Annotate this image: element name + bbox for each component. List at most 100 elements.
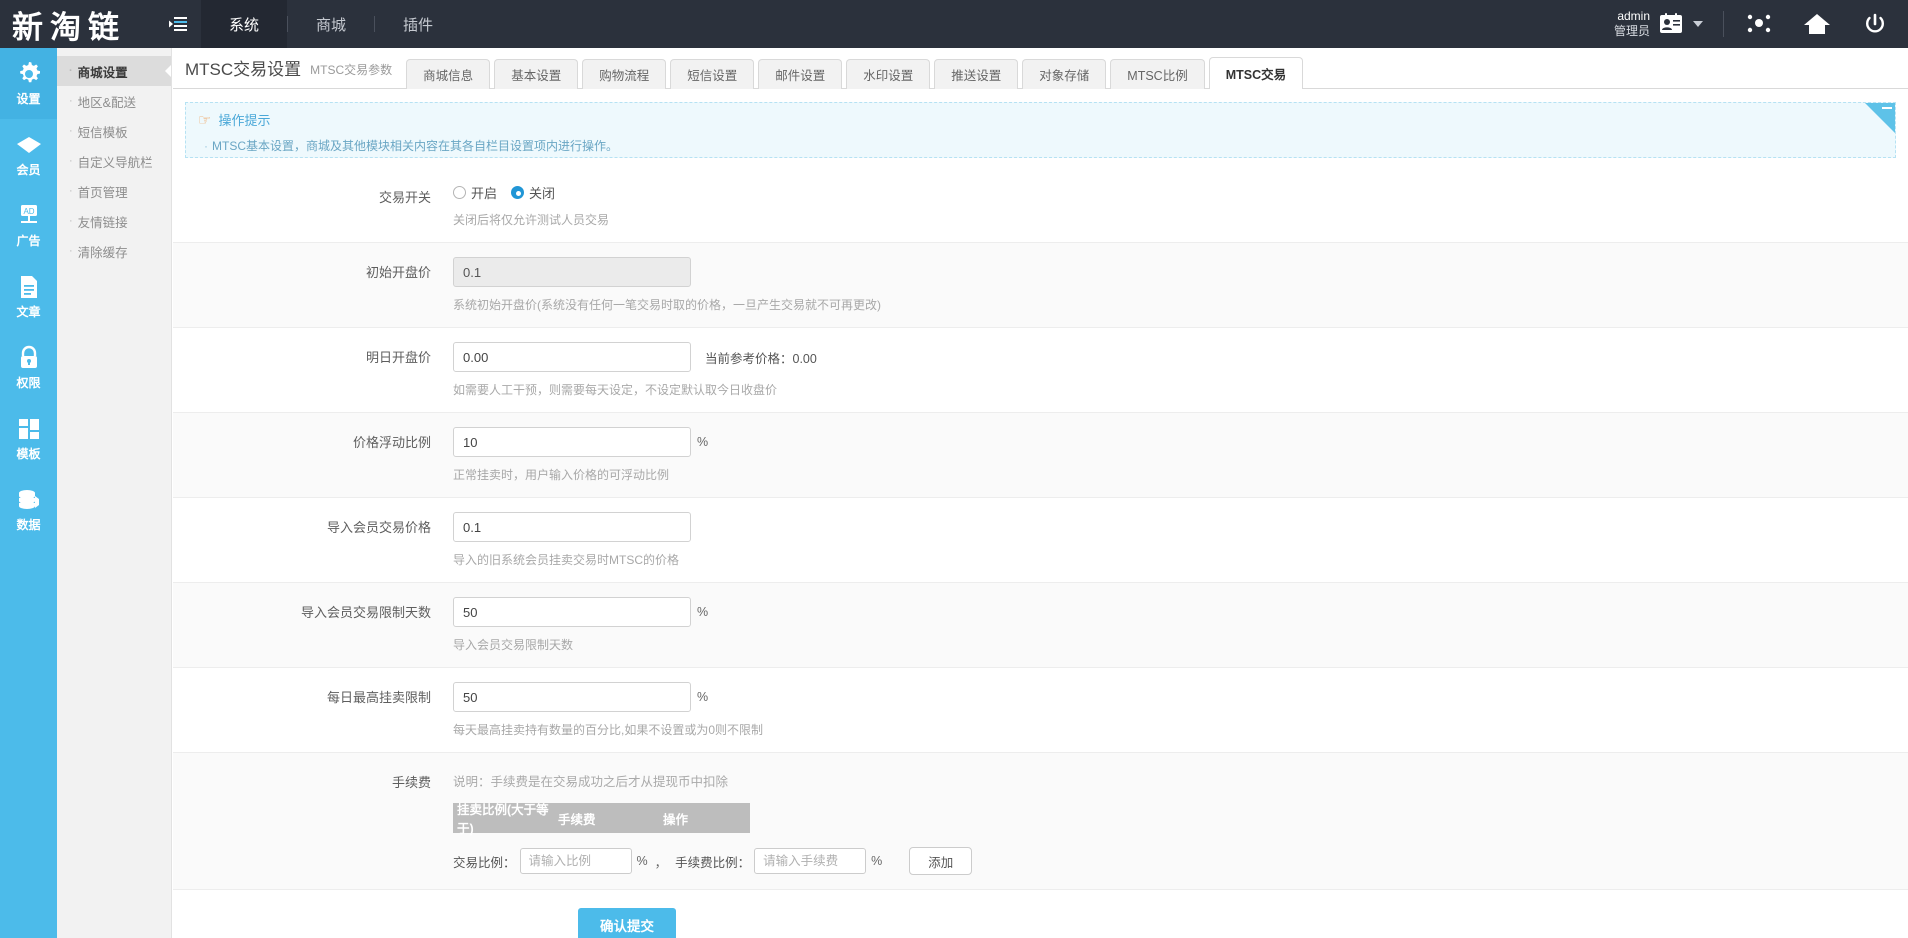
import-price-input[interactable] [453,512,691,542]
user-menu[interactable]: admin 管理员 [1614,9,1717,39]
rail-item-settings[interactable]: 设置 [0,48,57,119]
tab-mtsc-ratio[interactable]: MTSC比例 [1110,59,1205,89]
fee-table: 挂卖比例(大于等于) 手续费 操作 [453,803,750,836]
submit-area: 确认提交 [173,890,1908,938]
daily-max-sell-input[interactable] [453,682,691,712]
form-row-initial-price: 初始开盘价 系统初始开盘价(系统没有任何一笔交易时取的价格，一旦产生交易就不可再… [173,243,1908,328]
rail-item-permission[interactable]: 权限 [0,332,57,403]
main-content: MTSC交易设置 MTSC交易参数 商城信息 基本设置 购物流程 短信设置 邮件… [173,48,1908,938]
form-hint: 导入会员交易限制天数 [453,638,574,652]
fee-ratio-input[interactable] [754,848,867,874]
rail-item-data[interactable]: 数据 [0,474,57,545]
fee-add-row: 交易比例： % ， 手续费比例： % 添加 [453,847,1908,875]
radio-circle[interactable] [511,185,525,199]
form-control: % 每天最高挂卖持有数量的百分比,如果不设置或为0则不限制 [453,682,1908,738]
sidebar-item-label: 首页管理 [77,185,128,200]
trade-ratio-input[interactable] [519,848,632,874]
rail-label: 会员 [16,163,41,177]
notice-text-row: · MTSC基本设置，商城及其他模块相关内容在其各自栏目设置项内进行操作。 [198,137,1883,154]
radio-option-on[interactable]: 开启 [453,183,497,202]
sidebar-item-custom-nav[interactable]: · 自定义导航栏 [57,146,171,176]
rail-item-article[interactable]: 文章 [0,261,57,332]
tab-watermark-settings[interactable]: 水印设置 [846,59,931,89]
sidebar-item-clear-cache[interactable]: · 清除缓存 [57,236,171,266]
form-hint: 关闭后将仅允许测试人员交易 [453,213,610,227]
tab-mall-info[interactable]: 商城信息 [406,59,491,89]
caret-down-icon[interactable] [1693,21,1703,27]
sidebar-item-mall-settings[interactable]: · 商城设置 [57,56,171,86]
form-label: 每日最高挂卖限制 [326,690,431,705]
page-subtitle: MTSC交易参数 [310,63,393,77]
radio-label: 关闭 [529,185,556,201]
rail-label: 文章 [16,305,41,319]
form-row-tomorrow-price: 明日开盘价 当前参考价格：0.00 如需要人工干预，则需要每天设定，不设定默认取… [173,328,1908,413]
top-nav-item-mall[interactable]: 商城 [288,0,374,48]
form-label: 明日开盘价 [365,350,431,365]
top-nav-item-system[interactable]: 系统 [201,0,288,48]
sidebar-item-label: 短信模板 [77,125,128,140]
sidebar-item-homepage[interactable]: · 首页管理 [57,176,171,206]
sidebar-item-label: 友情链接 [77,215,128,230]
sidebar-item-friend-links[interactable]: · 友情链接 [57,206,171,236]
tab-bar: MTSC交易设置 MTSC交易参数 商城信息 基本设置 购物流程 短信设置 邮件… [173,48,1908,89]
tab-email-settings[interactable]: 邮件设置 [758,59,843,89]
notice-collapse-ribbon[interactable] [1865,103,1895,133]
tab-label: 邮件设置 [775,69,826,83]
tab-label: MTSC比例 [1127,69,1188,83]
home-icon[interactable] [1788,0,1846,48]
rail-item-ads[interactable]: AD 广告 [0,190,57,261]
sidebar-item-label: 清除缓存 [77,245,128,260]
lock-icon [17,344,41,372]
ad-icon: AD [16,202,42,230]
tab-label: 短信设置 [687,69,738,83]
icon-rail: 设置 会员 AD 广告 文章 权限 模板 数据 [0,48,57,938]
form-label: 导入会员交易限制天数 [300,605,431,620]
percent-suffix: % [636,854,648,868]
top-nav-label: 系统 [229,16,260,34]
radio-option-off[interactable]: 关闭 [511,183,555,202]
form-label: 交易开关 [378,190,431,205]
top-nav-label: 商城 [316,16,347,34]
form-control: % 正常挂卖时，用户输入价格的可浮动比例 [453,427,1908,483]
bullet-icon: · [69,65,73,77]
radio-circle[interactable] [453,185,466,199]
fee-table-header: 挂卖比例(大于等于) 手续费 操作 [453,803,750,836]
tab-shopping-flow[interactable]: 购物流程 [582,59,667,89]
sidebar-item-sms-template[interactable]: · 短信模板 [57,116,171,146]
tab-label: 水印设置 [863,69,914,83]
tab-label: MTSC交易 [1225,68,1287,82]
notice-title: 操作提示 [218,113,271,128]
nodes-icon[interactable] [1730,0,1788,48]
rail-label: 设置 [16,92,41,106]
tab-label: 基本设置 [511,69,562,83]
bullet-icon: · [69,245,73,257]
top-nav-item-plugin[interactable]: 插件 [375,0,461,48]
sidebar-item-region-delivery[interactable]: · 地区&配送 [57,86,171,116]
submit-button[interactable]: 确认提交 [578,908,676,938]
tab-sms-settings[interactable]: 短信设置 [670,59,755,89]
rail-item-template[interactable]: 模板 [0,403,57,474]
form-label: 价格浮动比例 [352,435,431,450]
rail-item-member[interactable]: 会员 [0,119,57,190]
diamond-icon [15,131,43,159]
menu-collapse-icon[interactable] [165,0,191,48]
bullet-icon: · [69,215,73,227]
fee-col-ratio: 挂卖比例(大于等于) [457,803,549,836]
float-ratio-input[interactable] [453,427,691,457]
tab-push-settings[interactable]: 推送设置 [934,59,1019,89]
document-icon [18,273,40,301]
tab-label: 购物流程 [599,69,650,83]
page-title: MTSC交易设置 [185,60,302,79]
power-icon[interactable] [1846,0,1904,48]
tab-object-storage[interactable]: 对象存储 [1022,59,1107,89]
import-limit-days-input[interactable] [453,597,691,627]
tab-basic-settings[interactable]: 基本设置 [494,59,579,89]
initial-price-input[interactable] [453,257,691,287]
tab-mtsc-trade[interactable]: MTSC交易 [1208,57,1304,89]
form-row-import-price: 导入会员交易价格 导入的旧系统会员挂卖交易时MTSC的价格 [173,498,1908,583]
tomorrow-price-input[interactable] [453,342,691,372]
tab-label: 推送设置 [951,69,1002,83]
settings-form: 交易开关 开启 关闭 关闭后将仅允许测试人员交易 初始开盘价 0.1 系统初始开… [173,168,1908,938]
bullet-icon: · [69,155,73,167]
add-fee-button[interactable]: 添加 [909,847,973,875]
